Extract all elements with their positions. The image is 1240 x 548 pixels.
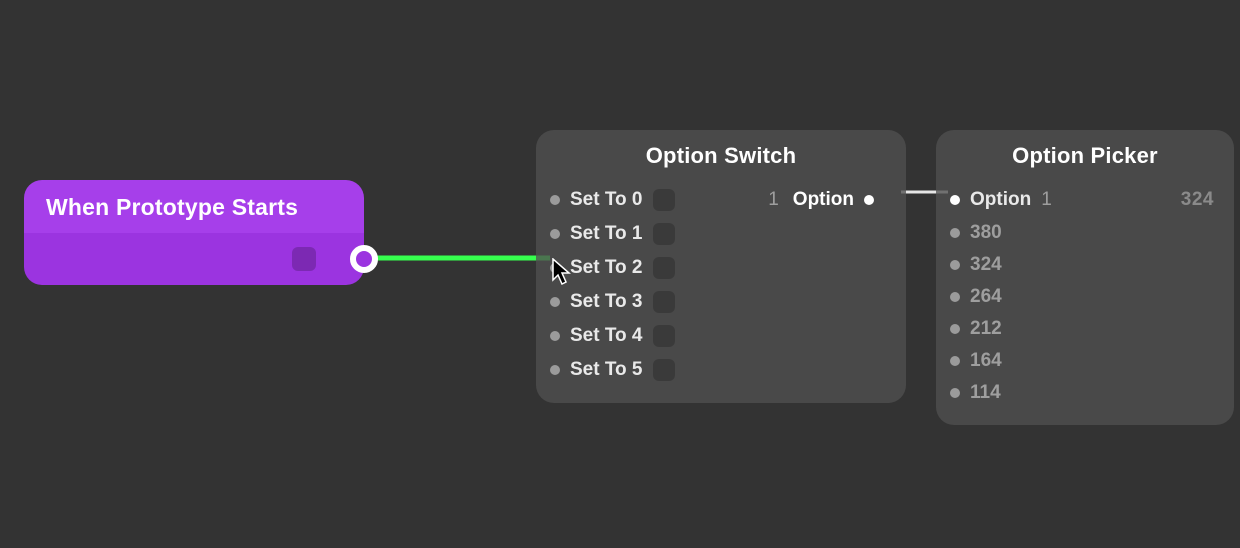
output-port-value[interactable]: 324: [1181, 189, 1214, 211]
port-dot-icon: [550, 229, 560, 239]
port-dot-icon: [550, 331, 560, 341]
port-dot-icon: [950, 356, 960, 366]
option-value-label: 164: [970, 350, 1002, 372]
output-label: Option: [793, 189, 854, 211]
option-value-label: 212: [970, 318, 1002, 340]
option-value-label: 324: [970, 254, 1002, 276]
node-when-prototype-starts[interactable]: When Prototype Starts: [24, 180, 364, 285]
input-port-set-to-1[interactable]: Set To 1: [550, 217, 750, 251]
node-option-picker[interactable]: Option Picker Option 1 324 380 324: [936, 130, 1234, 425]
option-value-label: 264: [970, 286, 1002, 308]
input-port-set-to-4[interactable]: Set To 4: [550, 319, 750, 353]
pulse-indicator-icon: [292, 247, 316, 271]
option-value-3[interactable]: 212: [950, 313, 1220, 345]
output-port-option[interactable]: 1 Option: [768, 183, 874, 217]
port-label: Set To 1: [570, 223, 643, 245]
output-value: 324: [1181, 189, 1214, 211]
input-port-option[interactable]: Option 1: [950, 189, 1052, 211]
node-body: [24, 233, 364, 285]
option-value-1[interactable]: 324: [950, 249, 1220, 281]
pulse-indicator-icon: [653, 257, 675, 279]
port-dot-icon: [950, 292, 960, 302]
pulse-indicator-icon: [653, 189, 675, 211]
port-label: Set To 0: [570, 189, 643, 211]
node-title: Option Switch: [536, 130, 906, 179]
port-label: Set To 2: [570, 257, 643, 279]
option-value-0[interactable]: 380: [950, 217, 1220, 249]
input-port-set-to-5[interactable]: Set To 5: [550, 353, 750, 387]
input-current-value: 1: [1041, 189, 1052, 211]
canvas[interactable]: When Prototype Starts Option Switch Set …: [0, 0, 1240, 548]
pulse-indicator-icon: [653, 359, 675, 381]
input-port-set-to-3[interactable]: Set To 3: [550, 285, 750, 319]
port-label: Set To 3: [570, 291, 643, 313]
port-dot-icon: [950, 195, 960, 205]
pulse-indicator-icon: [653, 223, 675, 245]
input-port-set-to-0[interactable]: Set To 0: [550, 183, 750, 217]
port-dot-icon: [950, 228, 960, 238]
port-dot-icon: [950, 260, 960, 270]
node-option-switch[interactable]: Option Switch Set To 0 Set To 1: [536, 130, 906, 403]
option-switch-inputs: Set To 0 Set To 1 Set To 2: [550, 183, 750, 387]
port-dot-icon: [550, 263, 560, 273]
pulse-indicator-icon: [653, 291, 675, 313]
output-value: 1: [768, 189, 779, 211]
input-label: Option: [970, 189, 1031, 211]
port-dot-icon: [550, 297, 560, 307]
option-value-2[interactable]: 264: [950, 281, 1220, 313]
port-dot-icon: [550, 195, 560, 205]
port-dot-icon: [864, 195, 874, 205]
input-port-set-to-2[interactable]: Set To 2: [550, 251, 750, 285]
option-value-4[interactable]: 164: [950, 345, 1220, 377]
option-value-5[interactable]: 114: [950, 377, 1220, 409]
node-title: Option Picker: [936, 130, 1234, 179]
port-label: Set To 5: [570, 359, 643, 381]
option-value-label: 114: [970, 382, 1001, 404]
port-dot-icon: [550, 365, 560, 375]
node-title: When Prototype Starts: [24, 180, 364, 233]
port-dot-icon: [950, 388, 960, 398]
option-value-label: 380: [970, 222, 1002, 244]
port-label: Set To 4: [570, 325, 643, 347]
port-dot-icon: [950, 324, 960, 334]
pulse-indicator-icon: [653, 325, 675, 347]
output-port[interactable]: [350, 245, 378, 273]
